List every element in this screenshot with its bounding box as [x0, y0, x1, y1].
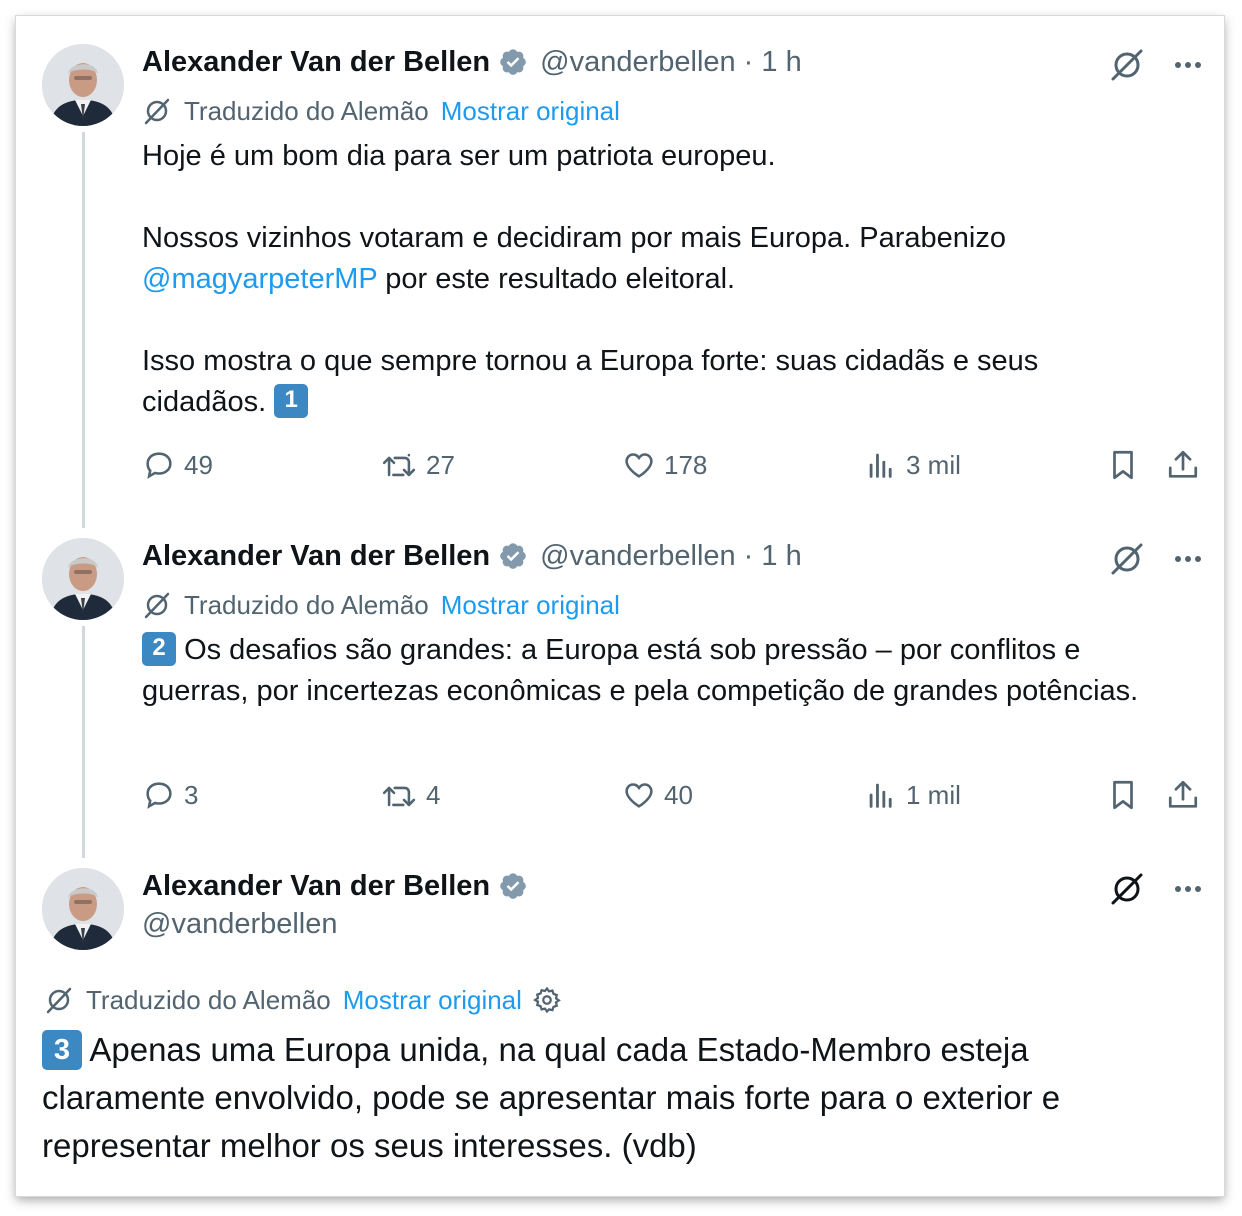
bookmark-button[interactable] — [1106, 778, 1148, 812]
translate-icon — [142, 590, 172, 620]
reply-icon — [146, 782, 172, 809]
reply-button[interactable]: 49 — [142, 448, 213, 482]
author-handle[interactable]: @vanderbellen — [540, 540, 736, 573]
avatar[interactable] — [42, 538, 124, 620]
views-button[interactable]: 3 mil — [864, 448, 961, 482]
author-name[interactable]: Alexander Van der Bellen — [142, 540, 490, 573]
verified-badge-icon — [498, 47, 528, 77]
repost-button[interactable]: 4 — [380, 778, 440, 812]
tweet-header: Alexander Van der Bellen — [142, 866, 540, 906]
thread-line — [82, 132, 85, 528]
views-count: 3 mil — [906, 449, 961, 480]
tweet-header: Alexander Van der Bellen @vanderbellen ·… — [142, 42, 802, 82]
keycap-emoji: 3 — [42, 1030, 82, 1071]
avatar[interactable] — [42, 868, 124, 950]
verified-badge-icon — [498, 541, 528, 571]
mention-link[interactable]: @magyarpeterMP — [142, 263, 377, 295]
tweet-text: 2 Os desafios são grandes: a Europa está… — [142, 630, 1192, 712]
tweet-text-segment: por este resultado eleitoral. — [377, 263, 736, 295]
more-icon[interactable] — [1172, 49, 1204, 81]
views-count: 1 mil — [906, 779, 961, 810]
tweet-header: Alexander Van der Bellen @vanderbellen ·… — [142, 536, 802, 576]
tweet-text-segment: Nossos vizinhos votaram e decidiram por … — [142, 222, 1006, 254]
translate-icon — [142, 96, 172, 126]
keycap-emoji: 2 — [142, 632, 176, 667]
tweet-time[interactable]: · 1 h — [744, 46, 802, 79]
tweet-paragraph: Hoje é um bom dia para ser um patriota e… — [142, 140, 776, 172]
avatar[interactable] — [42, 44, 124, 126]
repost-icon — [382, 786, 416, 807]
grok-icon[interactable] — [1108, 46, 1146, 84]
verified-badge-icon — [498, 871, 528, 901]
repost-icon — [382, 453, 416, 477]
tweet-top-actions — [1108, 540, 1204, 578]
tweet-actions: 49 27 178 3 mil — [142, 448, 1202, 488]
show-original-link[interactable]: Mostrar original — [441, 590, 620, 621]
translation-note: Traduzido do Alemão Mostrar original — [44, 982, 562, 1018]
like-button[interactable]: 40 — [622, 778, 693, 812]
tweet-top-actions — [1108, 870, 1204, 908]
reply-count: 49 — [184, 449, 213, 480]
tweet-top-actions — [1108, 46, 1204, 84]
repost-count: 27 — [426, 449, 455, 480]
reply-icon — [146, 452, 172, 479]
show-original-link[interactable]: Mostrar original — [441, 96, 620, 127]
tweet-text: Hoje é um bom dia para ser um patriota e… — [142, 136, 1192, 423]
share-button[interactable] — [1166, 448, 1208, 482]
reply-button[interactable]: 3 — [142, 778, 198, 812]
author-handle[interactable]: @vanderbellen — [142, 908, 338, 941]
tweet-text-segment: Apenas uma Europa unida, na qual cada Es… — [42, 1031, 1061, 1164]
show-original-link[interactable]: Mostrar original — [343, 985, 522, 1016]
tweet-paragraph: 2 Os desafios são grandes: a Europa está… — [142, 630, 1192, 712]
repost-button[interactable]: 27 — [380, 448, 455, 482]
translated-label: Traduzido do Alemão — [184, 95, 429, 126]
tweet-text: 3 Apenas uma Europa unida, na qual cada … — [42, 1026, 1192, 1170]
tweet-paragraph: Isso mostra o que sempre tornou a Europa… — [142, 341, 1122, 423]
tweet-actions: 3 4 40 1 mil — [142, 778, 1202, 818]
share-button[interactable] — [1166, 778, 1208, 812]
translation-note: Traduzido do Alemão Mostrar original — [142, 94, 620, 128]
views-icon — [869, 783, 892, 808]
views-icon — [869, 453, 892, 478]
share-icon — [1168, 450, 1198, 478]
grok-icon[interactable] — [1108, 870, 1146, 908]
translated-label: Traduzido do Alemão — [184, 589, 429, 620]
bookmark-icon — [1113, 450, 1133, 480]
bookmark-icon — [1113, 780, 1133, 810]
translation-note: Traduzido do Alemão Mostrar original — [142, 588, 620, 622]
thread-card: Alexander Van der Bellen @vanderbellen ·… — [16, 16, 1224, 1196]
author-name[interactable]: Alexander Van der Bellen — [142, 870, 490, 903]
keycap-emoji: 1 — [274, 384, 309, 419]
tweet-time[interactable]: · 1 h — [744, 540, 802, 573]
tweet-text-segment: Os desafios são grandes: a Europa está s… — [142, 634, 1139, 707]
repost-count: 4 — [426, 779, 441, 810]
like-icon — [625, 783, 653, 808]
translated-label: Traduzido do Alemão — [86, 984, 331, 1015]
author-name[interactable]: Alexander Van der Bellen — [142, 46, 490, 79]
bookmark-button[interactable] — [1106, 448, 1148, 482]
translate-icon — [44, 985, 74, 1015]
like-button[interactable]: 178 — [622, 448, 707, 482]
reply-count: 3 — [184, 779, 199, 810]
more-icon[interactable] — [1172, 543, 1204, 575]
like-count: 40 — [664, 779, 693, 810]
views-button[interactable]: 1 mil — [864, 778, 961, 812]
tweet-paragraph: Nossos vizinhos votaram e decidiram por … — [142, 218, 1192, 300]
author-handle[interactable]: @vanderbellen — [540, 46, 736, 79]
share-icon — [1168, 780, 1198, 808]
more-icon[interactable] — [1172, 873, 1204, 905]
settings-icon[interactable] — [532, 985, 562, 1015]
grok-icon[interactable] — [1108, 540, 1146, 578]
like-icon — [625, 453, 653, 478]
thread-line — [82, 626, 85, 858]
like-count: 178 — [664, 449, 708, 480]
